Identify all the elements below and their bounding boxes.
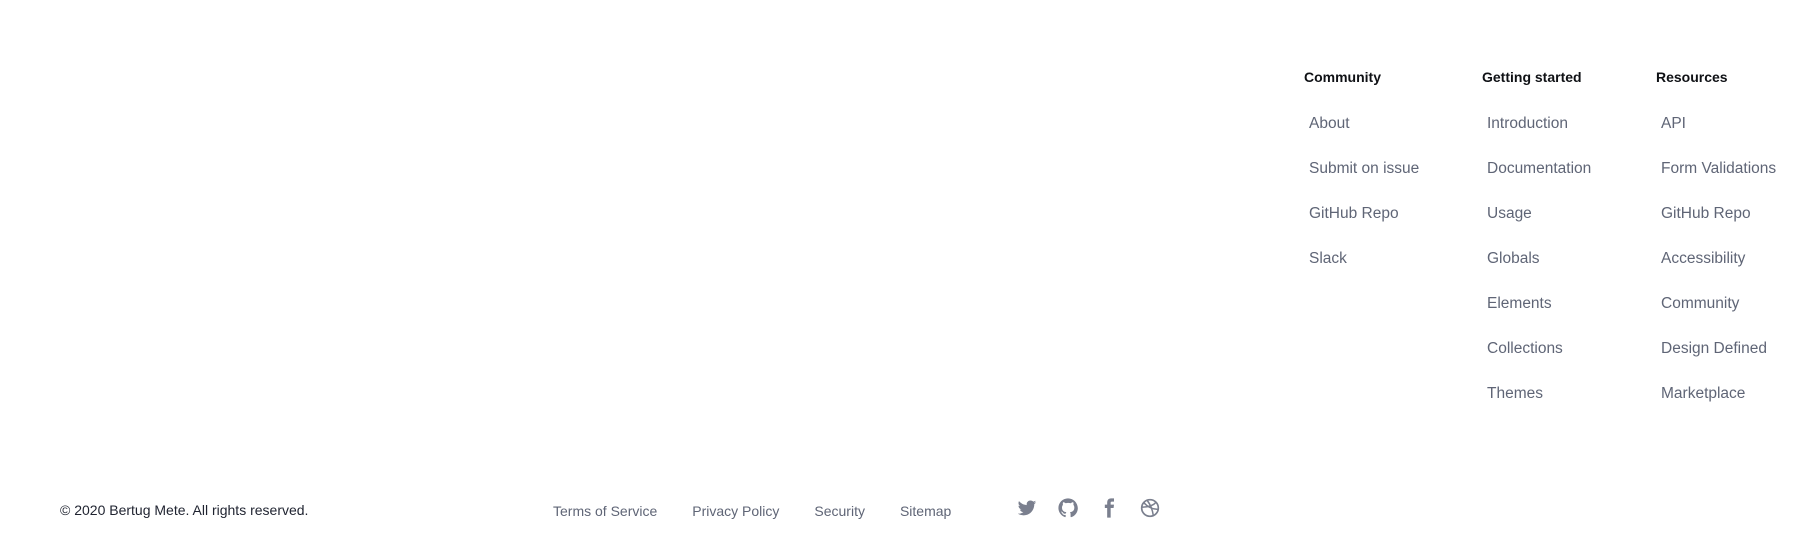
footer-column-resources: Resources API Form Validations GitHub Re… — [1656, 68, 1776, 429]
list-item: Elements — [1487, 294, 1591, 339]
footer-link-themes[interactable]: Themes — [1487, 384, 1543, 404]
footer-link-api[interactable]: API — [1661, 114, 1686, 134]
site-footer: Community About Submit on issue GitHub R… — [0, 0, 1813, 548]
list-item: Form Validations — [1661, 159, 1776, 204]
footer-link-about[interactable]: About — [1309, 114, 1350, 134]
footer-column-getting-started: Getting started Introduction Documentati… — [1482, 68, 1591, 429]
footer-link-documentation[interactable]: Documentation — [1487, 159, 1591, 179]
column-heading: Community — [1304, 69, 1381, 85]
dribbble-link[interactable] — [1139, 497, 1160, 518]
footer-link-submit-issue[interactable]: Submit on issue — [1309, 159, 1419, 179]
facebook-link[interactable] — [1098, 497, 1119, 518]
footer-link-form-validations[interactable]: Form Validations — [1661, 159, 1776, 179]
list-item: Design Defined — [1661, 339, 1776, 384]
list-item: Collections — [1487, 339, 1591, 384]
sitemap-link[interactable]: Sitemap — [900, 503, 951, 519]
footer-link-collections[interactable]: Collections — [1487, 339, 1563, 359]
list-item: GitHub Repo — [1309, 204, 1419, 249]
list-item: Usage — [1487, 204, 1591, 249]
footer-link-globals[interactable]: Globals — [1487, 249, 1540, 269]
list-item: Slack — [1309, 249, 1419, 294]
legal-links: Terms of Service Privacy Policy Security… — [553, 503, 951, 519]
footer-link-list: Introduction Documentation Usage Globals… — [1487, 114, 1591, 429]
list-item: GitHub Repo — [1661, 204, 1776, 249]
footer-link-introduction[interactable]: Introduction — [1487, 114, 1568, 134]
list-item: Submit on issue — [1309, 159, 1419, 204]
facebook-icon — [1104, 497, 1114, 518]
github-link[interactable] — [1057, 497, 1078, 518]
twitter-link[interactable] — [1016, 497, 1037, 518]
footer-link-list: About Submit on issue GitHub Repo Slack — [1309, 114, 1419, 294]
footer-column-community: Community About Submit on issue GitHub R… — [1304, 68, 1419, 294]
security-link[interactable]: Security — [814, 503, 865, 519]
github-icon — [1057, 497, 1078, 517]
privacy-policy-link[interactable]: Privacy Policy — [692, 503, 779, 519]
list-item: Marketplace — [1661, 384, 1776, 429]
list-item: Documentation — [1487, 159, 1591, 204]
list-item: About — [1309, 114, 1419, 159]
footer-link-design-defined[interactable]: Design Defined — [1661, 339, 1767, 359]
twitter-icon — [1017, 500, 1036, 515]
copyright-text: © 2020 Bertug Mete. All rights reserved. — [60, 502, 309, 518]
footer-link-github-repo[interactable]: GitHub Repo — [1661, 204, 1751, 224]
footer-link-marketplace[interactable]: Marketplace — [1661, 384, 1745, 404]
footer-link-github-repo[interactable]: GitHub Repo — [1309, 204, 1399, 224]
social-links — [1016, 497, 1160, 518]
list-item: Accessibility — [1661, 249, 1776, 294]
list-item: Themes — [1487, 384, 1591, 429]
footer-link-community[interactable]: Community — [1661, 294, 1739, 314]
list-item: Community — [1661, 294, 1776, 339]
terms-of-service-link[interactable]: Terms of Service — [553, 503, 657, 519]
list-item: API — [1661, 114, 1776, 159]
footer-bottom-bar: © 2020 Bertug Mete. All rights reserved.… — [0, 497, 1813, 527]
dribbble-icon — [1140, 498, 1159, 517]
list-item: Introduction — [1487, 114, 1591, 159]
footer-link-usage[interactable]: Usage — [1487, 204, 1532, 224]
list-item: Globals — [1487, 249, 1591, 294]
footer-link-accessibility[interactable]: Accessibility — [1661, 249, 1745, 269]
column-heading: Getting started — [1482, 69, 1582, 85]
footer-link-elements[interactable]: Elements — [1487, 294, 1552, 314]
footer-link-slack[interactable]: Slack — [1309, 249, 1347, 269]
column-heading: Resources — [1656, 69, 1728, 85]
footer-link-list: API Form Validations GitHub Repo Accessi… — [1661, 114, 1776, 429]
